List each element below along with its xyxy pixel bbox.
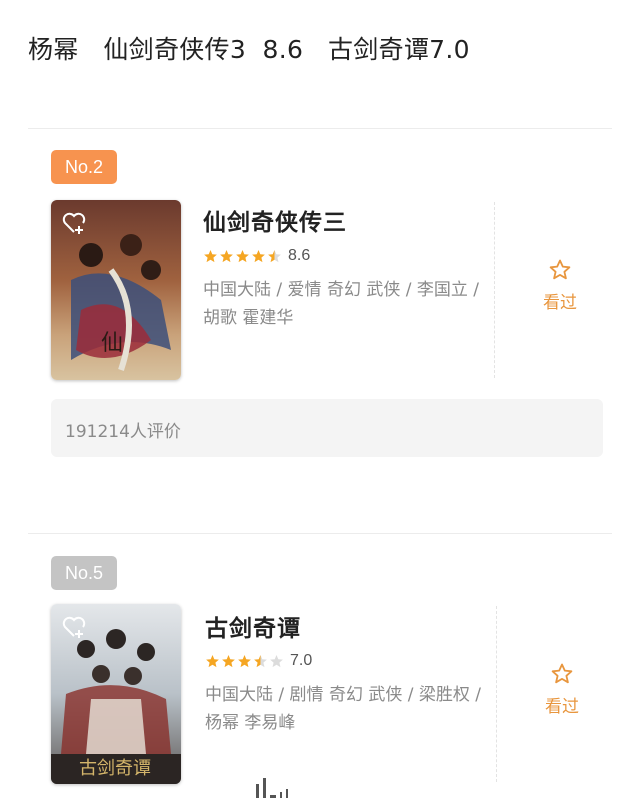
movie-poster[interactable]: 仙	[51, 200, 181, 380]
star-icon	[238, 654, 251, 667]
star-icon	[220, 249, 233, 262]
review-count-bar[interactable]: 191214人评价	[51, 399, 603, 457]
review-count: 191214人评价	[65, 422, 181, 442]
star-icon	[270, 654, 283, 667]
movie-meta: 中国大陆 / 剧情 奇幻 武侠 / 梁胜权 / 杨幂 李易峰	[205, 685, 482, 733]
divider	[28, 533, 612, 534]
star-icon	[268, 249, 281, 262]
rank-badge: No.2	[51, 150, 117, 184]
star-icon	[222, 654, 235, 667]
svg-text:仙: 仙	[101, 331, 123, 356]
rating-row: 7.0	[205, 652, 312, 670]
column-divider	[494, 202, 495, 378]
movie-title[interactable]: 古剑奇谭	[205, 609, 301, 643]
mark-watched-button[interactable]: 看过	[520, 258, 600, 313]
star-icon	[252, 249, 265, 262]
rating-score: 7.0	[290, 652, 313, 669]
star-outline-icon	[551, 663, 573, 684]
add-to-list-icon[interactable]	[61, 210, 87, 236]
movie-meta: 中国大陆 / 爱情 奇幻 武侠 / 李国立 / 胡歌 霍建华	[203, 280, 480, 328]
divider	[28, 128, 612, 129]
watermark-icon	[256, 778, 288, 798]
rating-score: 8.6	[288, 247, 311, 264]
movie-poster[interactable]: 古剑奇谭	[51, 604, 181, 784]
watched-label: 看过	[545, 697, 579, 717]
svg-text:古剑奇谭: 古剑奇谭	[79, 758, 151, 779]
movie-title[interactable]: 仙剑奇侠传三	[203, 203, 347, 237]
star-icon	[204, 249, 217, 262]
star-outline-icon	[549, 259, 571, 280]
page-title: 杨幂 仙剑奇侠传3 8.6 古剑奇谭7.0	[28, 35, 470, 64]
watched-label: 看过	[543, 293, 577, 313]
add-to-list-icon[interactable]	[61, 614, 87, 640]
star-icon	[254, 654, 267, 667]
star-icon	[206, 654, 219, 667]
star-icon	[236, 249, 249, 262]
star-rating	[205, 654, 284, 669]
mark-watched-button[interactable]: 看过	[522, 662, 602, 717]
rating-row: 8.6	[203, 247, 310, 265]
star-rating	[203, 249, 282, 264]
rank-badge: No.5	[51, 556, 117, 590]
column-divider	[496, 606, 497, 782]
